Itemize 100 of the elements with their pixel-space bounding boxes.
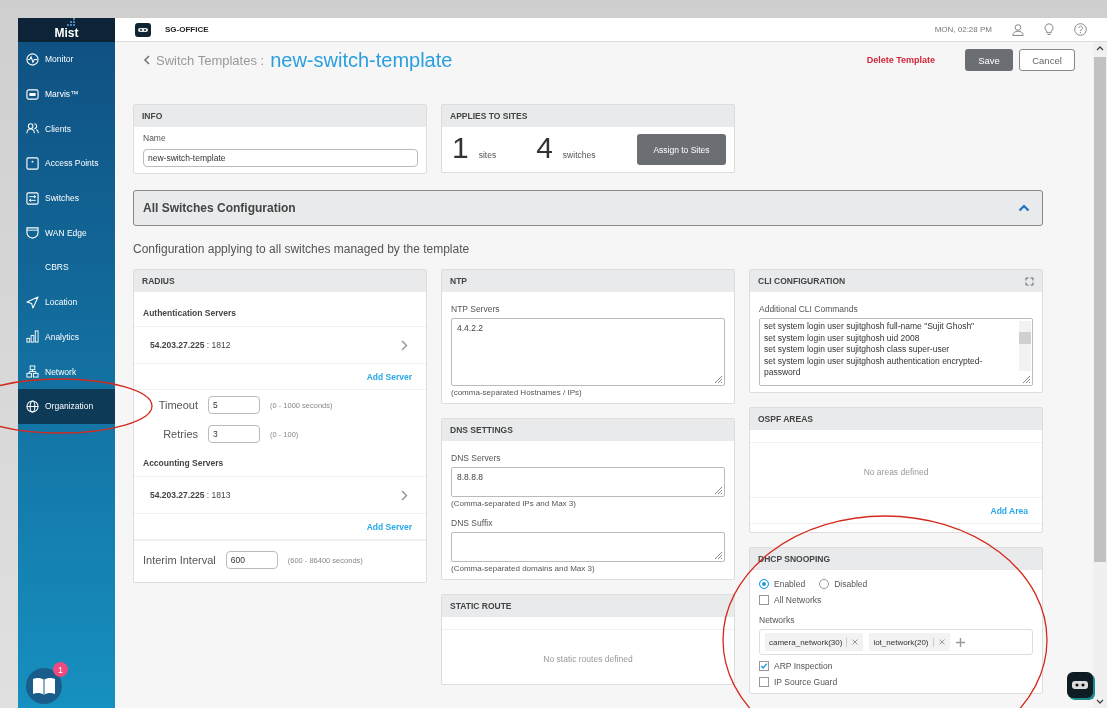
checkbox[interactable] xyxy=(759,595,769,605)
checkbox-option[interactable]: ARP Inspection xyxy=(759,661,1033,671)
pulse-icon xyxy=(26,52,39,66)
empty-message: No areas defined xyxy=(750,442,1042,497)
field-label: Timeout xyxy=(157,399,198,411)
section-header-bar[interactable]: All Switches Configuration xyxy=(133,190,1043,226)
chevron-right-icon xyxy=(401,339,408,351)
clock-text: MON, 02:28 PM xyxy=(934,25,992,34)
chevron-icon xyxy=(1018,204,1030,212)
sidebar-item[interactable]: Network xyxy=(18,354,115,389)
sidebar-item[interactable]: Organization xyxy=(18,388,115,424)
sites-count: 1 xyxy=(452,133,469,163)
chevron-right-icon xyxy=(401,489,408,501)
book-help-button[interactable] xyxy=(26,668,62,704)
radio-circle[interactable] xyxy=(819,579,830,589)
bar-chart-icon xyxy=(26,330,39,344)
radio-option[interactable]: Enabled xyxy=(759,579,806,589)
site-name[interactable]: SG-OFFICE xyxy=(165,25,209,34)
field-label: Interim Interval xyxy=(143,554,216,566)
sidebar-item[interactable]: Clients xyxy=(18,111,115,147)
sidebar-item[interactable]: WAN Edge xyxy=(18,215,115,251)
field-label: NTP Servers xyxy=(451,304,501,314)
checkbox[interactable] xyxy=(759,661,769,671)
network-tag: camera_network(30) xyxy=(765,633,864,651)
resize-grip-icon xyxy=(714,375,723,384)
field-label: DNS Servers xyxy=(451,453,502,463)
dns-servers-textarea[interactable]: 8.8.8.8 xyxy=(451,467,725,497)
page-scrollbar[interactable] xyxy=(1093,42,1107,708)
field-label: DNS Suffix xyxy=(451,518,494,528)
field-label: Networks xyxy=(759,615,796,625)
cli-command-line: set system login user sujitghosh full-name "Sujit Ghosh" xyxy=(764,321,976,333)
cli-command-line: set system login user sujitghosh uid 2008 xyxy=(764,332,921,345)
chat-bot-button[interactable] xyxy=(1067,672,1093,698)
scroll-down-icon[interactable] xyxy=(1096,699,1104,704)
card-header: RADIUS xyxy=(134,270,426,292)
logo[interactable]: Mist xyxy=(18,18,115,42)
shield-icon xyxy=(26,226,39,240)
location-arrow-icon xyxy=(26,295,39,309)
interim-interval-input[interactable]: 600 xyxy=(225,551,278,569)
field-label: Name xyxy=(143,133,167,143)
server-row[interactable]: 54.203.27.225 : 1813 xyxy=(134,476,426,514)
sidebar-item[interactable]: Monitor xyxy=(18,42,115,77)
empty-message: No static routes defined xyxy=(442,629,734,684)
server-row[interactable]: 54.203.27.225 : 1812 xyxy=(134,326,426,364)
help-icon[interactable] xyxy=(1074,23,1087,36)
sidebar-item[interactable]: Access Points xyxy=(18,146,115,181)
textarea-scrollbar[interactable] xyxy=(1019,321,1031,371)
back-chevron-icon[interactable] xyxy=(143,55,150,65)
card-header: CLI CONFIGURATION xyxy=(750,270,1042,292)
sidebar-item[interactable]: Location xyxy=(18,284,115,320)
ntp-servers-textarea[interactable]: 4.4.2.2 xyxy=(451,318,725,386)
checkbox-option[interactable]: IP Source Guard xyxy=(759,677,1033,687)
card-header: APPLIES TO SITES xyxy=(442,105,734,127)
radio-circle[interactable] xyxy=(759,579,769,589)
network-tag: iot_network(20) xyxy=(869,633,950,651)
card-header: STATIC ROUTE xyxy=(442,595,734,617)
name-input[interactable]: new-switch-template xyxy=(143,149,418,167)
scroll-up-icon[interactable] xyxy=(1096,46,1104,51)
resize-grip-icon xyxy=(1022,375,1031,384)
field-hint: (Comma-separated domains and Max 3) xyxy=(451,564,596,573)
switch-arrows-icon xyxy=(26,191,39,205)
lightbulb-icon[interactable] xyxy=(1044,23,1054,36)
expand-icon[interactable] xyxy=(1025,276,1034,286)
network-icon xyxy=(26,365,39,379)
radio-option[interactable]: Disabled xyxy=(819,579,868,589)
networks-tag-field[interactable]: camera_network(30) iot_network(20) xyxy=(759,629,1033,655)
server-address: 54.203.27.225 : 1812 xyxy=(150,340,231,350)
dns-suffix-textarea[interactable] xyxy=(451,532,725,562)
server-address: 54.203.27.225 : 1813 xyxy=(150,490,231,500)
close-icon[interactable] xyxy=(938,639,945,645)
field-hint: (comma-separated Hostnames / IPs) xyxy=(451,388,583,397)
save-button[interactable]: Save xyxy=(965,49,1013,71)
checkbox[interactable] xyxy=(759,677,769,687)
add-icon[interactable] xyxy=(955,637,965,647)
field-hint: (Comma-separated IPs and Max 3) xyxy=(451,499,577,508)
assign-to-sites-button[interactable]: Assign to Sites xyxy=(637,134,726,165)
cancel-button[interactable]: Cancel xyxy=(1019,49,1075,71)
user-icon[interactable] xyxy=(1012,23,1024,36)
sidebar-item[interactable]: Marvis™ xyxy=(18,76,115,112)
sidebar-item[interactable]: Switches xyxy=(18,180,115,216)
cli-command-line: set system login user sujitghosh class super-user xyxy=(764,344,951,356)
page-title: new-switch-template xyxy=(270,48,453,72)
cli-commands-textarea[interactable] xyxy=(759,318,1033,386)
sidebar-item[interactable]: CBRS xyxy=(18,250,115,285)
cli-command-line: set system login user sujitghosh authentication encrypted-password xyxy=(764,355,984,379)
field-label: Retries xyxy=(162,428,198,440)
users-icon xyxy=(26,122,39,136)
robot-icon[interactable] xyxy=(135,22,151,37)
switches-count: 4 xyxy=(536,133,553,163)
card-header: OSPF AREAS xyxy=(750,408,1042,430)
checkbox-option[interactable]: All Networks xyxy=(759,595,1033,605)
close-icon[interactable] xyxy=(852,639,859,645)
switches-label: switches xyxy=(562,150,596,160)
delete-template-link[interactable]: Delete Template xyxy=(866,55,935,65)
sidebar-item[interactable]: Analytics xyxy=(18,319,115,355)
retries-input[interactable]: 3 xyxy=(208,425,260,443)
timeout-input[interactable]: 5 xyxy=(208,396,260,414)
section-description: Configuration applying to all switches managed by the template xyxy=(133,242,471,256)
scrollbar-thumb[interactable] xyxy=(1094,57,1106,562)
globe-icon xyxy=(26,399,39,413)
